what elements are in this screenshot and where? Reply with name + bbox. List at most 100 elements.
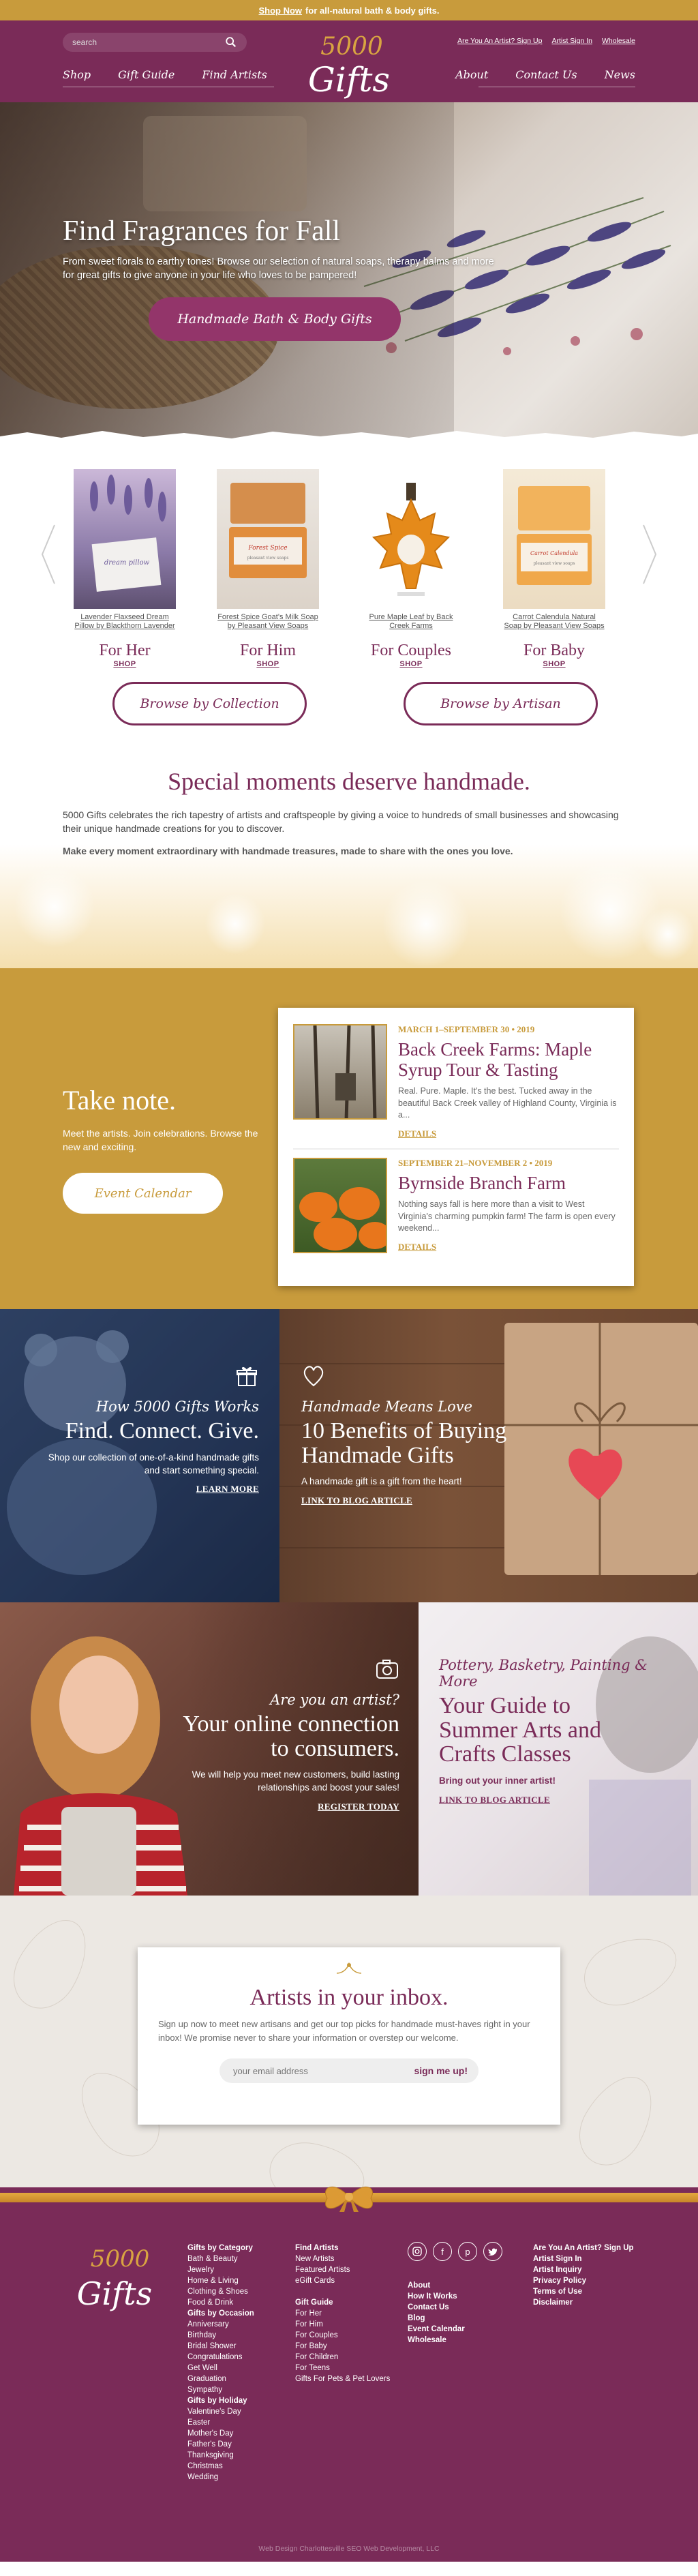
footer-link[interactable]: Graduation xyxy=(187,2373,254,2384)
footer-link[interactable]: For Him xyxy=(295,2319,390,2330)
search-input[interactable] xyxy=(72,38,225,47)
footer-link[interactable]: Congratulations xyxy=(187,2352,254,2363)
footer-heading-link[interactable]: Artist Inquiry xyxy=(533,2264,634,2275)
footer-link[interactable]: For Her xyxy=(295,2308,390,2319)
event-title[interactable]: Byrnside Branch Farm xyxy=(398,1173,619,1193)
classes-panel[interactable]: Pottery, Basketry, Painting & More Your … xyxy=(419,1602,698,1896)
register-today-link[interactable]: REGISTER TODAY xyxy=(318,1801,399,1812)
shop-link[interactable]: SHOP xyxy=(217,660,319,668)
footer-link[interactable]: Christmas xyxy=(187,2461,254,2472)
site-logo[interactable]: 5000 Gifts xyxy=(288,29,410,102)
product-name[interactable]: Carrot Calendula Natural Soap by Pleasan… xyxy=(503,613,605,640)
footer-link[interactable]: eGift Cards xyxy=(295,2275,390,2286)
footer-heading-link[interactable]: Gifts by Category xyxy=(187,2243,254,2253)
shop-link[interactable]: SHOP xyxy=(503,660,605,668)
twitter-icon[interactable] xyxy=(483,2242,502,2261)
nav-news[interactable]: News xyxy=(605,68,635,81)
footer-logo[interactable]: 5000 Gifts xyxy=(63,2239,172,2321)
footer-link[interactable]: Anniversary xyxy=(187,2319,254,2330)
pinterest-icon[interactable]: p xyxy=(458,2242,477,2261)
artist-signup-link[interactable]: Are You An Artist? Sign Up xyxy=(457,37,542,45)
classes-blog-link[interactable]: LINK TO BLOG ARTICLE xyxy=(439,1795,550,1806)
product-card[interactable]: Carrot Calendula pleasant view soaps Car… xyxy=(503,469,605,668)
event-details-link[interactable]: DETAILS xyxy=(398,1128,436,1139)
product-name[interactable]: Forest Spice Goat's Milk Soap by Pleasan… xyxy=(217,613,319,640)
footer-link[interactable] xyxy=(295,2286,390,2297)
how-it-works-panel[interactable]: How 5000 Gifts Works Find. Connect. Give… xyxy=(0,1309,279,1602)
search-icon[interactable] xyxy=(225,36,237,48)
footer-credit[interactable]: Web Design Charlottesville SEO Web Devel… xyxy=(0,2545,698,2553)
footer-link[interactable]: Bridal Shower xyxy=(187,2341,254,2352)
footer-link[interactable]: New Artists xyxy=(295,2253,390,2264)
product-card[interactable]: Forest Spice pleasant view soaps Forest … xyxy=(217,469,319,668)
instagram-icon[interactable] xyxy=(408,2242,427,2261)
nav-shop[interactable]: Shop xyxy=(63,68,91,81)
benefits-panel[interactable]: Handmade Means Love 10 Benefits of Buyin… xyxy=(279,1309,698,1602)
facebook-icon[interactable]: f xyxy=(433,2242,452,2261)
wholesale-link[interactable]: Wholesale xyxy=(602,37,635,45)
footer-link[interactable]: Bath & Beauty xyxy=(187,2253,254,2264)
email-input[interactable] xyxy=(233,2065,408,2076)
footer-heading-link[interactable]: Disclaimer xyxy=(533,2297,634,2308)
footer-link[interactable]: Jewelry xyxy=(187,2264,254,2275)
product-card[interactable]: dream pillow Lavender Flaxseed Dream Pil… xyxy=(74,469,176,668)
product-name[interactable]: Pure Maple Leaf by Back Creek Farms xyxy=(360,613,462,640)
footer-heading-link[interactable]: About xyxy=(408,2280,465,2291)
artist-panel[interactable]: Are you an artist? Your online connectio… xyxy=(0,1602,419,1896)
footer-heading-link[interactable]: Event Calendar xyxy=(408,2324,465,2335)
footer-link[interactable]: Sympathy xyxy=(187,2384,254,2395)
footer-link[interactable]: Valentine's Day xyxy=(187,2406,254,2417)
maple-tour-image[interactable] xyxy=(293,1024,387,1120)
footer-heading-link[interactable]: Contact Us xyxy=(408,2302,465,2313)
artist-signin-link[interactable]: Artist Sign In xyxy=(551,37,592,45)
goats-milk-soap-image[interactable]: Forest Spice pleasant view soaps xyxy=(217,469,319,609)
browse-by-artisan-button[interactable]: Browse by Artisan xyxy=(404,682,598,725)
pumpkin-farm-image[interactable] xyxy=(293,1157,387,1253)
shop-link[interactable]: SHOP xyxy=(360,660,462,668)
footer-link[interactable]: Wedding xyxy=(187,2472,254,2483)
product-card[interactable]: Pure Maple Leaf by Back Creek Farms For … xyxy=(360,469,462,668)
nav-about[interactable]: About xyxy=(455,68,488,81)
event-title[interactable]: Back Creek Farms: Maple Syrup Tour & Tas… xyxy=(398,1039,619,1080)
nav-gift-guide[interactable]: Gift Guide xyxy=(118,68,174,81)
footer-heading-link[interactable]: How It Works xyxy=(408,2291,465,2302)
shop-now-link[interactable]: Shop Now xyxy=(259,5,303,16)
footer-link[interactable]: For Couples xyxy=(295,2330,390,2341)
footer-heading-link[interactable]: Terms of Use xyxy=(533,2286,634,2297)
footer-link[interactable]: Get Well xyxy=(187,2363,254,2373)
footer-link[interactable]: Father's Day xyxy=(187,2439,254,2450)
footer-link[interactable]: For Teens xyxy=(295,2363,390,2373)
nav-contact-us[interactable]: Contact Us xyxy=(515,68,577,81)
nav-find-artists[interactable]: Find Artists xyxy=(202,68,267,81)
footer-link[interactable]: For Baby xyxy=(295,2341,390,2352)
footer-link[interactable]: Thanksgiving xyxy=(187,2450,254,2461)
maple-leaf-bottle-image[interactable] xyxy=(360,469,462,609)
footer-heading-link[interactable]: Find Artists xyxy=(295,2243,390,2253)
carousel-prev-arrow[interactable] xyxy=(40,524,57,585)
benefits-blog-link[interactable]: LINK TO BLOG ARTICLE xyxy=(301,1495,412,1506)
footer-link[interactable]: Clothing & Shoes xyxy=(187,2286,254,2297)
footer-link[interactable]: Food & Drink xyxy=(187,2297,254,2308)
footer-heading-link[interactable]: Gift Guide xyxy=(295,2297,390,2308)
learn-more-link[interactable]: LEARN MORE xyxy=(196,1484,259,1495)
footer-heading-link[interactable]: Gifts by Occasion xyxy=(187,2308,254,2319)
footer-heading-link[interactable]: Artist Sign In xyxy=(533,2253,634,2264)
carousel-next-arrow[interactable] xyxy=(641,524,658,585)
footer-link[interactable]: Gifts For Pets & Pet Lovers xyxy=(295,2373,390,2384)
footer-heading-link[interactable]: Wholesale xyxy=(408,2335,465,2346)
event-details-link[interactable]: DETAILS xyxy=(398,1242,436,1253)
footer-heading-link[interactable]: Privacy Policy xyxy=(533,2275,634,2286)
footer-link[interactable]: Featured Artists xyxy=(295,2264,390,2275)
bath-body-gifts-button[interactable]: Handmade Bath & Body Gifts xyxy=(149,297,401,341)
carrot-calendula-soap-image[interactable]: Carrot Calendula pleasant view soaps xyxy=(503,469,605,609)
product-name[interactable]: Lavender Flaxseed Dream Pillow by Blackt… xyxy=(74,613,176,640)
browse-by-collection-button[interactable]: Browse by Collection xyxy=(112,682,307,725)
shop-link[interactable]: SHOP xyxy=(74,660,176,668)
lavender-pillow-image[interactable]: dream pillow xyxy=(74,469,176,609)
footer-link[interactable]: Home & Living xyxy=(187,2275,254,2286)
footer-link[interactable]: Easter xyxy=(187,2417,254,2428)
footer-heading-link[interactable]: Gifts by Holiday xyxy=(187,2395,254,2406)
sign-me-up-button[interactable]: sign me up! xyxy=(407,2065,474,2076)
footer-heading-link[interactable]: Are You An Artist? Sign Up xyxy=(533,2243,634,2253)
footer-link[interactable]: Birthday xyxy=(187,2330,254,2341)
